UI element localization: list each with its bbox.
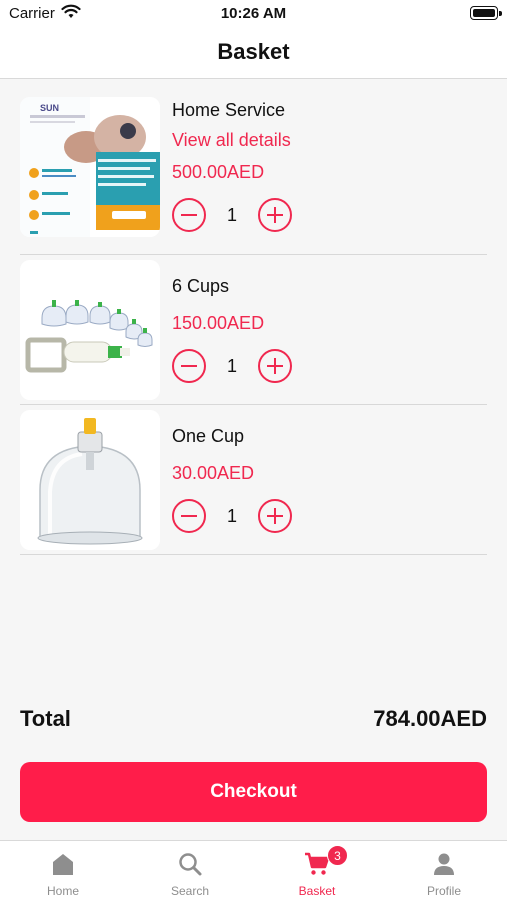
decrement-button[interactable] [172, 499, 206, 533]
checkout-button[interactable]: Checkout [20, 762, 487, 822]
tab-label: Profile [426, 884, 461, 898]
service-flyer-image: SUN [20, 97, 160, 237]
decrement-button[interactable] [172, 198, 206, 232]
tab-label: Search [170, 884, 210, 898]
minus-icon [181, 514, 197, 517]
basket-item: SUN Home Service View all details 500.00… [20, 90, 487, 255]
tab-label: Home [46, 884, 79, 898]
status-bar: Carrier 10:26 AM [0, 0, 507, 30]
tab-basket[interactable]: 3 Basket [254, 841, 380, 900]
single-cup-image [20, 410, 160, 550]
cupping-set-image [20, 260, 160, 400]
quantity-value: 1 [226, 506, 237, 526]
item-name: One Cup [172, 426, 245, 446]
tab-home[interactable]: Home [0, 841, 126, 900]
quantity-value: 1 [226, 356, 237, 376]
total-label: Total [20, 706, 71, 731]
total-value: 784.00AED [373, 706, 487, 731]
item-price: 500.00AED [172, 162, 265, 182]
quantity-value: 1 [226, 205, 237, 225]
svg-text:SUN: SUN [40, 103, 59, 113]
item-name: Home Service [172, 100, 286, 120]
tab-search[interactable]: Search [127, 841, 253, 900]
increment-button[interactable] [258, 499, 292, 533]
quantity-stepper: 1 [172, 499, 292, 533]
search-icon [179, 853, 202, 876]
home-icon [53, 854, 73, 875]
item-name: 6 Cups [172, 276, 230, 296]
quantity-stepper: 1 [172, 349, 292, 383]
decrement-button[interactable] [172, 349, 206, 383]
minus-icon [181, 364, 197, 367]
cart-count-badge: 3 [327, 845, 348, 866]
item-price: 30.00AED [172, 463, 255, 483]
quantity-stepper: 1 [172, 198, 292, 232]
profile-icon [434, 853, 454, 875]
tab-bar: Home Search 3 Basket Profile [0, 840, 507, 900]
battery-icon [470, 6, 502, 20]
nav-bar: Basket [0, 30, 507, 79]
tab-label: Basket [298, 884, 336, 898]
basket-item: One Cup 30.00AED 1 [20, 405, 487, 555]
page-title: Basket [217, 39, 290, 64]
basket-item: 6 Cups 150.00AED 1 [20, 255, 487, 405]
tab-profile[interactable]: Profile [381, 841, 507, 900]
item-price: 150.00AED [172, 313, 265, 333]
view-details-link[interactable]: View all details [172, 130, 291, 151]
status-time: 10:26 AM [220, 5, 287, 22]
increment-button[interactable] [258, 198, 292, 232]
increment-button[interactable] [258, 349, 292, 383]
minus-icon [181, 213, 197, 216]
